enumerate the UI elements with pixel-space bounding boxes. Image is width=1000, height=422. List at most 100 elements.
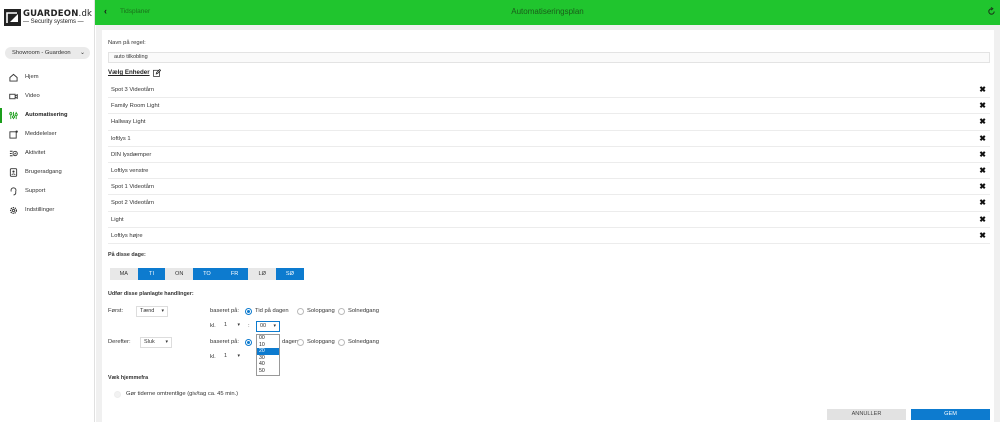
then-hour-select[interactable]: 1 ▾ [221, 352, 243, 363]
save-button[interactable]: GEM [911, 409, 990, 420]
device-row: loftlys 1 ✖ [108, 131, 990, 147]
first-sunrise-radio[interactable] [297, 308, 304, 315]
device-name: DIN lysdæmper [111, 151, 152, 158]
sidebar-item-video[interactable]: Video [0, 87, 95, 106]
then-time-of-day-radio[interactable] [245, 339, 252, 346]
day-selector: MA TI ON TO FR LØ SØ [110, 268, 304, 280]
randomize-times-label: Gør tiderne omtrentlige (giv/tag ca. 45 … [126, 391, 239, 397]
day-toggle-ti[interactable]: TI [137, 268, 166, 280]
remove-icon[interactable]: ✖ [979, 212, 986, 228]
choose-devices-link[interactable]: Vælg Enheder [108, 69, 150, 76]
first-time-of-day-radio[interactable] [245, 308, 252, 315]
refresh-icon[interactable] [987, 7, 996, 16]
device-row: Light ✖ [108, 212, 990, 228]
caret-down-icon: ▾ [237, 353, 240, 359]
device-name: Light [111, 216, 124, 223]
device-name: Spot 3 Videotårn [111, 87, 155, 93]
remove-icon[interactable]: ✖ [979, 163, 986, 179]
sidebar-item-messages[interactable]: Meddelelser [0, 125, 95, 144]
support-icon [10, 187, 17, 196]
first-hour-select[interactable]: 1 ▾ [221, 321, 243, 332]
sidebar-item-user-access[interactable]: Brugeradgang [0, 163, 95, 182]
minute-option[interactable]: 50 [257, 368, 279, 375]
then-sunrise-radio[interactable] [297, 339, 304, 346]
remove-icon[interactable]: ✖ [979, 98, 986, 114]
sidebar: GUARDEON.dk — Security systems — Showroo… [0, 0, 95, 422]
sidebar-item-label: Aktivitet [25, 150, 46, 156]
first-sunset-label: Solnedgang [348, 308, 379, 314]
first-minute-select[interactable]: 00 ▾ [256, 321, 280, 332]
device-row: DIN lysdæmper ✖ [108, 147, 990, 163]
then-sunset-radio[interactable] [338, 339, 345, 346]
then-time-of-day-label: dagen [282, 339, 299, 345]
caret-down-icon: ▾ [165, 339, 168, 345]
sidebar-item-label: Hjem [25, 74, 39, 80]
sidebar-item-settings[interactable]: Indstillinger [0, 201, 95, 220]
device-list: Spot 3 Videotårn ✖ Family Room Light ✖ Hal… [108, 82, 990, 244]
then-label: Derefter: [108, 339, 131, 345]
remove-icon[interactable]: ✖ [979, 147, 986, 163]
edit-icon[interactable] [153, 69, 161, 77]
first-sunset-radio[interactable] [338, 308, 345, 315]
sidebar-item-activity[interactable]: Aktivitet [0, 144, 95, 163]
randomize-times-checkbox[interactable] [114, 391, 121, 398]
automation-form: Navn på regel: auto tilkobling Vælg Enhe… [102, 30, 994, 422]
activity-icon [9, 150, 18, 157]
location-selector[interactable]: Showroom - Guardeon ⌄ [5, 47, 90, 59]
remove-icon[interactable]: ✖ [979, 228, 986, 244]
remove-icon[interactable]: ✖ [979, 114, 986, 130]
first-based-on-label: baseret på: [210, 308, 240, 314]
first-action-select[interactable]: Tænd ▾ [136, 306, 168, 317]
cancel-button[interactable]: ANNULLER [827, 409, 906, 420]
brand-name: GUARDEON [23, 9, 79, 19]
then-action-select[interactable]: Sluk ▾ [140, 337, 172, 348]
remove-icon[interactable]: ✖ [979, 82, 986, 98]
first-action-value: Tænd [140, 308, 155, 314]
remove-icon[interactable]: ✖ [979, 195, 986, 211]
day-toggle-lo[interactable]: LØ [248, 268, 277, 280]
first-hour-value: 1 [224, 322, 228, 328]
then-hour-value: 1 [224, 353, 228, 359]
actions-heading: Udfør disse planlagte handlinger: [108, 291, 194, 297]
rule-name-label: Navn på regel: [108, 40, 146, 46]
device-name: Family Room Light [111, 103, 160, 110]
sidebar-item-label: Support [25, 188, 46, 194]
main-area: Navn på regel: auto tilkobling Vælg Enhe… [96, 25, 1000, 422]
device-name: Loftlys højre [111, 232, 143, 239]
away-heading: Væk hjemmefra [108, 375, 149, 381]
device-name: Spot 1 Videotårn [111, 184, 155, 191]
first-sunrise-label: Solopgang [307, 308, 335, 314]
device-name: Loftlys venstre [111, 167, 149, 174]
sidebar-item-label: Meddelelser [25, 131, 57, 137]
day-toggle-ma[interactable]: MA [110, 268, 138, 280]
first-time-of-day-label: Tid på dagen [255, 308, 289, 314]
sidebar-item-home[interactable]: Hjem [0, 68, 95, 87]
minute-dropdown-list: 00 10 20 30 40 50 [256, 334, 280, 376]
caret-down-icon: ▾ [237, 322, 240, 328]
first-label: Først: [108, 308, 124, 314]
sidebar-item-label: Brugeradgang [25, 169, 62, 175]
device-row: Loftlys højre ✖ [108, 228, 990, 244]
header-bar: ‹ Tidsplaner Automatiseringsplan [95, 0, 1000, 25]
sidebar-item-label: Automatisering [25, 112, 68, 118]
device-name: Spot 2 Videotårn [111, 200, 155, 207]
settings-icon [9, 206, 18, 215]
remove-icon[interactable]: ✖ [979, 131, 986, 147]
day-toggle-on[interactable]: ON [165, 268, 194, 280]
caret-down-icon: ▾ [273, 323, 276, 329]
day-toggle-to[interactable]: TO [193, 268, 221, 280]
first-minute-value: 00 [260, 323, 267, 329]
device-row: Spot 2 Videotårn ✖ [108, 195, 990, 212]
rule-name-input[interactable]: auto tilkobling [108, 52, 990, 63]
device-row: Family Room Light ✖ [108, 98, 990, 115]
day-toggle-so[interactable]: SØ [276, 268, 304, 280]
user-access-icon [9, 168, 18, 177]
sidebar-item-label: Indstillinger [25, 207, 55, 213]
remove-icon[interactable]: ✖ [979, 179, 986, 195]
sidebar-item-automation[interactable]: Automatisering [0, 106, 95, 125]
device-name: Hallway Light [111, 119, 146, 126]
day-toggle-fr[interactable]: FR [220, 268, 249, 280]
brand-logo[interactable]: GUARDEON.dk — Security systems — [4, 9, 92, 27]
sidebar-item-support[interactable]: Support [0, 182, 95, 201]
message-icon [9, 130, 18, 139]
